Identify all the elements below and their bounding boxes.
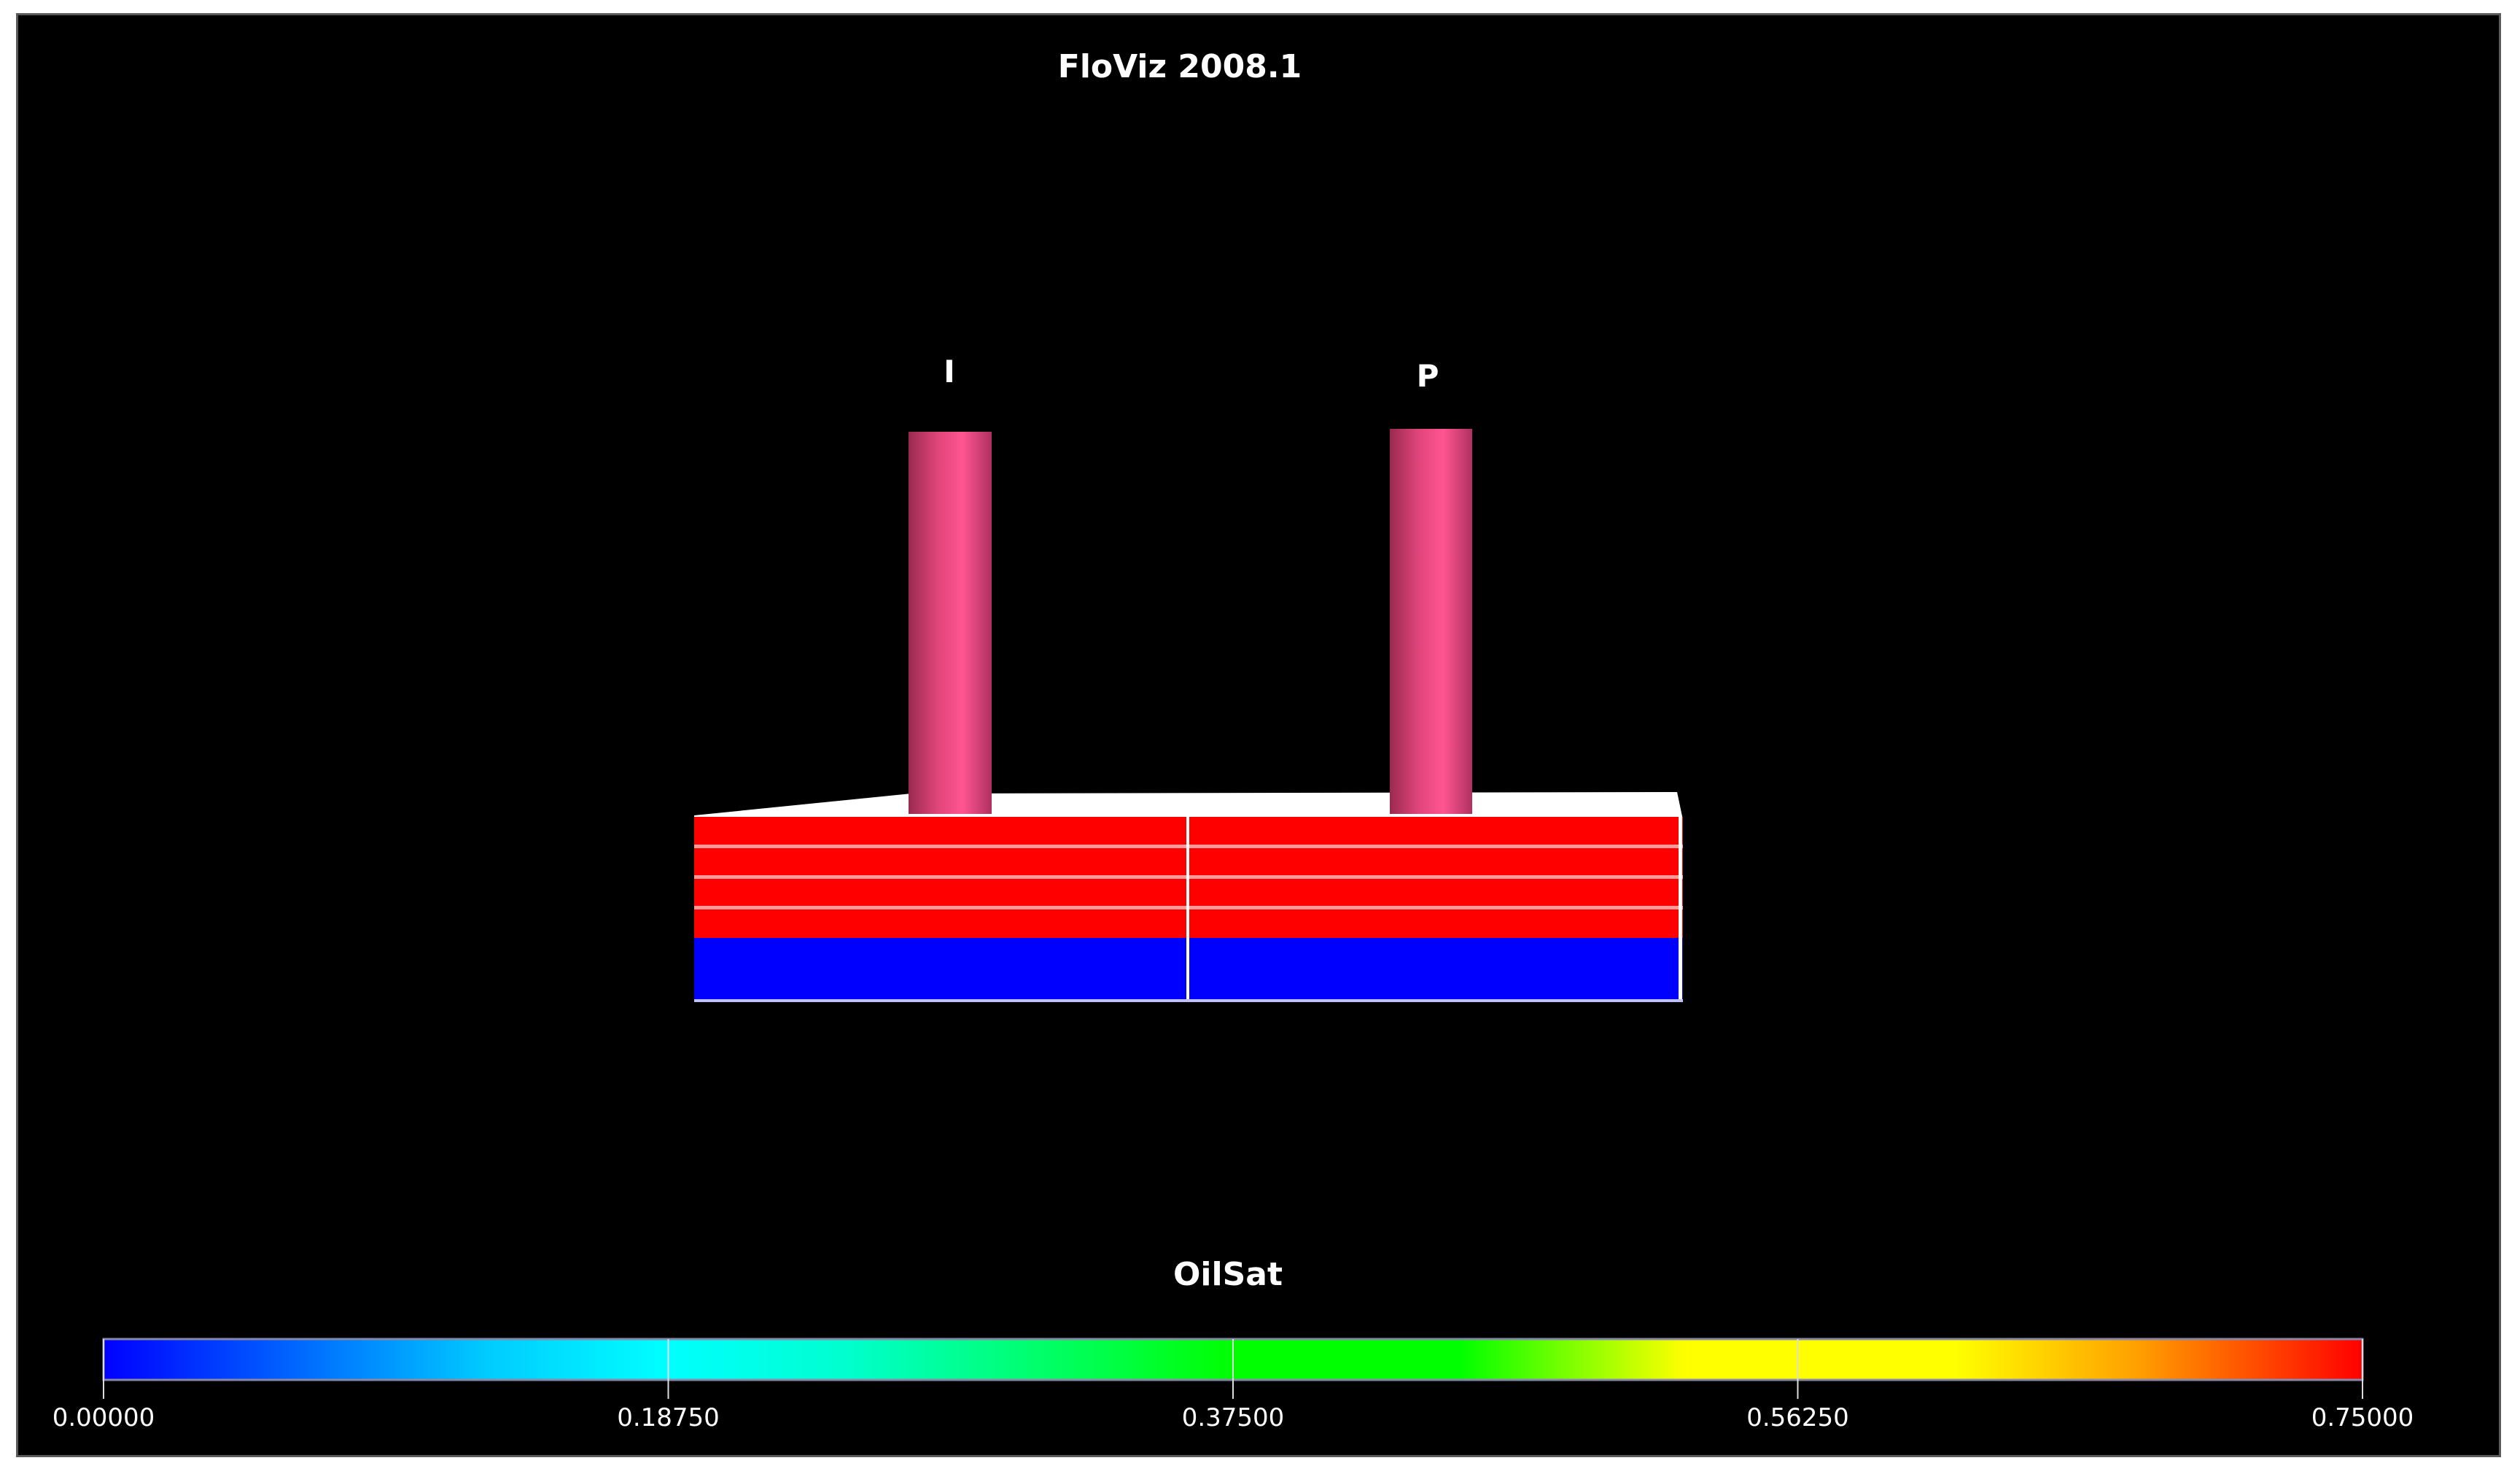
reservoir-model[interactable] [694, 792, 1683, 1002]
well-cylinder [909, 432, 992, 814]
colorbar-tick-label: 0.56250 [1746, 1403, 1849, 1432]
colorbar-tick-label: 0.37500 [1182, 1403, 1285, 1432]
app-title: FloViz 2008.1 [1058, 48, 1302, 85]
well-producer[interactable]: P [1390, 358, 1472, 814]
grid-edge [694, 999, 1683, 1002]
colorbar-title: OilSat [1173, 1256, 1283, 1293]
grid-line [1186, 817, 1189, 1002]
well-injector[interactable]: I [909, 354, 992, 814]
well-label: I [944, 354, 955, 389]
scene: FloViz 2008.1 I P OilSat 0.00000 0.18750 0… [52, 48, 2414, 1432]
well-cylinder [1390, 429, 1472, 814]
colorbar-tick-label: 0.75000 [2311, 1403, 2414, 1432]
well-label: P [1417, 358, 1439, 394]
colorbar-legend: OilSat 0.00000 0.18750 0.37500 0.56250 0.750… [52, 1256, 2414, 1432]
colorbar-tick-label: 0.18750 [617, 1403, 720, 1432]
colorbar-tick-label: 0.00000 [52, 1403, 155, 1432]
grid-edge [1679, 817, 1682, 1002]
